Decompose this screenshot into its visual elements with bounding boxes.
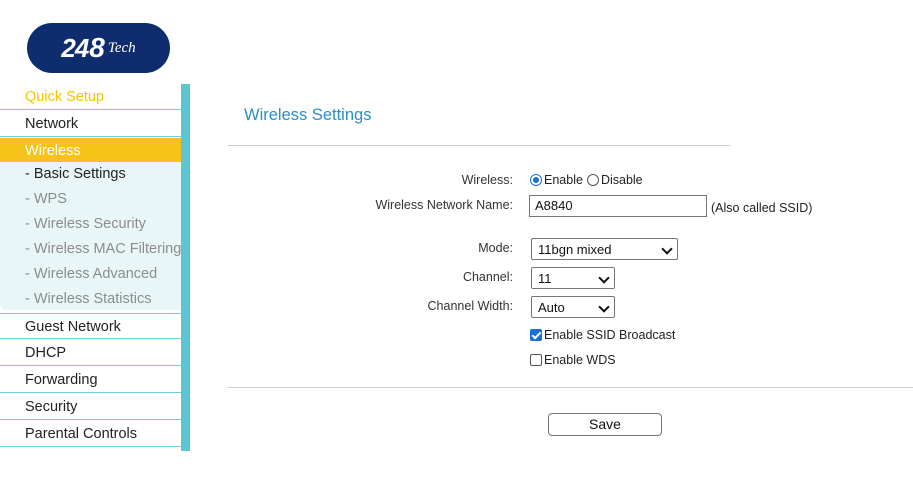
disable-radio-label: Disable <box>600 173 643 187</box>
ssid-broadcast-label: Enable SSID Broadcast <box>544 328 676 342</box>
save-button[interactable]: Save <box>548 413 662 436</box>
brand-logo: 24 8 Tech <box>27 23 170 73</box>
submenu-item-wireless-advanced[interactable]: - Wireless Advanced <box>0 262 157 287</box>
disable-radio[interactable] <box>586 174 599 186</box>
divider-top <box>228 145 730 146</box>
logo-number: 24 <box>61 32 89 63</box>
logo-number-8: 8 <box>89 32 105 63</box>
wireless-label: Wireless: <box>461 173 513 187</box>
sidebar-item-wireless[interactable]: Wireless <box>0 138 181 164</box>
ssid-broadcast-checkbox[interactable] <box>530 329 542 341</box>
network-name-input[interactable]: A8840 <box>529 195 707 217</box>
sidebar-item-forwarding[interactable]: Forwarding <box>0 367 181 393</box>
mode-select-value: 11bgn mixed <box>538 242 612 257</box>
channel-width-select-value: Auto <box>538 300 565 315</box>
sidebar-item-dhcp[interactable]: DHCP <box>0 340 181 366</box>
ssid-note: (Also called SSID) <box>711 201 813 215</box>
sidebar-rail <box>181 84 190 451</box>
logo-tech-text: Tech <box>107 39 136 56</box>
submenu-item-wireless-statistics[interactable]: - Wireless Statistics <box>0 287 152 312</box>
chevron-down-icon <box>598 301 610 313</box>
divider-bottom <box>228 387 913 388</box>
wds-checkbox[interactable] <box>530 354 542 366</box>
sidebar-item-parental-controls[interactable]: Parental Controls <box>0 421 181 447</box>
page-title: Wireless Settings <box>244 106 372 124</box>
wireless-radio-group: Enable Disable <box>530 173 643 187</box>
channel-width-select[interactable]: Auto <box>531 296 615 318</box>
submenu-item-wps[interactable]: - WPS <box>0 187 67 212</box>
channel-width-label: Channel Width: <box>427 299 513 313</box>
mode-label: Mode: <box>478 241 513 255</box>
sidebar-item-network[interactable]: Network <box>0 111 181 137</box>
sidebar-item-quick-setup[interactable]: Quick Setup <box>0 84 181 110</box>
submenu-item-mac-filtering[interactable]: - Wireless MAC Filtering <box>0 237 181 262</box>
mode-select[interactable]: 11bgn mixed <box>531 238 678 260</box>
wireless-submenu: - Basic Settings - WPS - Wireless Securi… <box>0 162 190 310</box>
network-name-label: Wireless Network Name: <box>375 198 513 212</box>
channel-select[interactable]: 11 <box>531 267 615 289</box>
wds-label: Enable WDS <box>544 353 616 367</box>
submenu-item-wireless-security[interactable]: - Wireless Security <box>0 212 146 237</box>
channel-label: Channel: <box>462 270 513 284</box>
sidebar-item-guest-network[interactable]: Guest Network <box>0 313 181 339</box>
sidebar-nav: Quick Setup Network Wireless - Basic Set… <box>0 84 190 451</box>
enable-radio-label: Enable <box>544 173 583 187</box>
enable-radio[interactable] <box>530 174 542 186</box>
ssid-broadcast-option: Enable SSID Broadcast <box>530 328 675 342</box>
channel-select-value: 11 <box>538 271 552 286</box>
chevron-down-icon <box>598 272 610 284</box>
chevron-down-icon <box>661 243 673 255</box>
wds-option: Enable WDS <box>530 353 616 367</box>
sidebar-item-security[interactable]: Security <box>0 394 181 420</box>
submenu-item-basic-settings[interactable]: - Basic Settings <box>0 162 126 187</box>
